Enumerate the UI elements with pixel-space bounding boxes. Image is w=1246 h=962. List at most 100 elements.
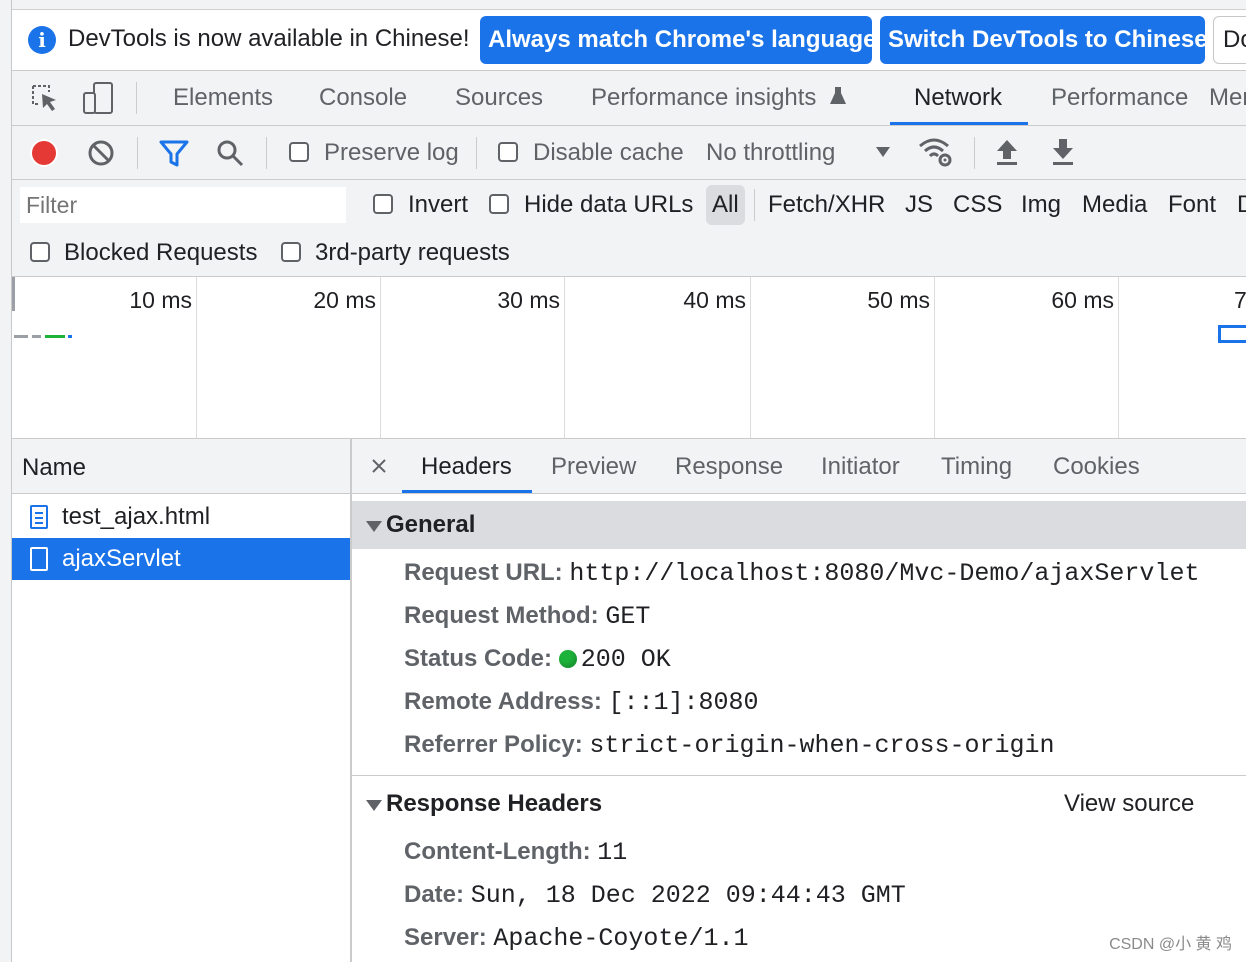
- overview-gridline: [380, 277, 381, 438]
- switch-to-chinese-button[interactable]: Switch DevTools to Chinese: [880, 16, 1208, 64]
- date-value: Sun, 18 Dec 2022 09:44:43 GMT: [470, 881, 906, 910]
- overview-window-handle[interactable]: [1218, 325, 1246, 343]
- server-value: Apache-Coyote/1.1: [493, 924, 749, 953]
- window-left-edge: [0, 0, 12, 962]
- disable-cache-checkbox[interactable]: [498, 142, 518, 162]
- inspect-element-icon[interactable]: [30, 83, 60, 115]
- blocked-requests-checkbox[interactable]: [30, 242, 50, 262]
- third-party-checkbox[interactable]: [281, 242, 301, 262]
- overview-request-bar-waiting: [14, 335, 28, 338]
- watermark: CSDN @小 黄 鸡: [1109, 936, 1232, 953]
- disable-cache-label: Disable cache: [533, 139, 684, 166]
- hide-data-urls-checkbox[interactable]: [489, 194, 509, 214]
- type-filter-all[interactable]: All: [706, 185, 745, 225]
- language-infobar: i DevTools is now available in Chinese! …: [12, 10, 1246, 71]
- tab-initiator[interactable]: Initiator: [821, 439, 900, 495]
- type-filter-img[interactable]: Img: [1021, 187, 1061, 223]
- throttling-select[interactable]: No throttling: [706, 126, 835, 179]
- type-filter-css[interactable]: CSS: [953, 187, 1002, 223]
- window-top-edge: [0, 0, 1246, 10]
- type-filter-js[interactable]: JS: [905, 187, 933, 223]
- overview-tick-label: 30 ms: [497, 287, 560, 313]
- request-url-row: Request URL: http://localhost:8080/Mvc-D…: [404, 557, 1199, 590]
- remote-address-row: Remote Address: [::1]:8080: [404, 686, 759, 719]
- request-url-key: Request URL:: [404, 559, 563, 586]
- tab-performance[interactable]: Performance: [1051, 71, 1188, 125]
- view-source-link[interactable]: View source: [1064, 780, 1194, 828]
- type-filter-doc[interactable]: Doc: [1237, 187, 1246, 223]
- general-section-header[interactable]: General: [352, 501, 1246, 549]
- referrer-policy-value: strict-origin-when-cross-origin: [589, 731, 1055, 760]
- tab-response[interactable]: Response: [675, 439, 783, 495]
- date-key: Date:: [404, 881, 465, 908]
- request-method-row: Request Method: GET: [404, 600, 650, 633]
- filter-input[interactable]: [20, 187, 346, 223]
- toolbar-separator: [266, 137, 267, 169]
- upload-har-icon[interactable]: [994, 137, 1020, 167]
- tab-cookies[interactable]: Cookies: [1053, 439, 1140, 495]
- filter-bar: Invert Hide data URLs All Fetch/XHR JS C…: [12, 180, 1246, 277]
- document-icon-line: [35, 512, 43, 514]
- overview-tick-label: 40 ms: [683, 287, 746, 313]
- tab-memory[interactable]: Memory: [1209, 71, 1246, 125]
- dont-show-again-button[interactable]: Don't show again: [1213, 16, 1246, 64]
- request-name: ajaxServlet: [62, 545, 181, 572]
- always-match-language-button[interactable]: Always match Chrome's language: [480, 16, 877, 64]
- overview-request-bar-waiting: [32, 335, 41, 338]
- toolbar-separator: [974, 137, 975, 169]
- tab-console[interactable]: Console: [319, 71, 407, 125]
- name-column-header[interactable]: Name: [12, 439, 350, 494]
- tab-preview[interactable]: Preview: [551, 439, 636, 495]
- toolbar-separator: [137, 137, 138, 169]
- request-url-value: http://localhost:8080/Mvc-Demo/ajaxServl…: [569, 559, 1200, 588]
- content-length-row: Content-Length: 11: [404, 836, 627, 869]
- invert-checkbox[interactable]: [373, 194, 393, 214]
- tab-performance-insights-label: Performance insights: [591, 84, 817, 111]
- hide-data-urls-label: Hide data URLs: [524, 191, 694, 218]
- request-method-key: Request Method:: [404, 602, 599, 629]
- download-har-icon[interactable]: [1050, 137, 1076, 167]
- tab-timing[interactable]: Timing: [941, 439, 1012, 495]
- triangle-down-icon: [366, 800, 382, 811]
- third-party-label: 3rd-party requests: [315, 239, 510, 266]
- record-icon: [32, 141, 56, 165]
- network-toolbar: Preserve log Disable cache No throttling: [12, 126, 1246, 180]
- tab-separator: [136, 82, 137, 114]
- overview-tick-label: 10 ms: [129, 287, 192, 313]
- info-icon: i: [28, 26, 56, 54]
- tab-performance-insights[interactable]: Performance insights: [591, 71, 847, 125]
- infobar-message: DevTools is now available in Chinese!: [68, 25, 470, 52]
- section-divider: [352, 775, 1246, 776]
- content-length-value: 11: [597, 838, 628, 867]
- preserve-log-checkbox[interactable]: [289, 142, 309, 162]
- overview-tick-label: 50 ms: [867, 287, 930, 313]
- date-row: Date: Sun, 18 Dec 2022 09:44:43 GMT: [404, 879, 906, 912]
- tab-sources[interactable]: Sources: [455, 71, 543, 125]
- document-icon-line: [35, 517, 43, 519]
- device-toolbar-icon[interactable]: [82, 81, 116, 115]
- overview-tick-label: 70 ms: [1234, 287, 1246, 313]
- close-icon[interactable]: [371, 458, 387, 474]
- status-code-value: 200 OK: [580, 645, 671, 674]
- active-detail-tab-indicator: [402, 490, 532, 493]
- request-list-pane: Name test_ajax.html ajaxServlet: [12, 439, 352, 962]
- network-conditions-icon[interactable]: [918, 136, 954, 168]
- type-filter-fetch-xhr[interactable]: Fetch/XHR: [768, 187, 885, 223]
- network-overview[interactable]: 10 ms 20 ms 30 ms 40 ms 50 ms 60 ms 70 m…: [12, 277, 1246, 439]
- chevron-down-icon[interactable]: [876, 147, 890, 157]
- record-button[interactable]: [30, 139, 58, 167]
- tab-headers[interactable]: Headers: [421, 439, 512, 495]
- type-filter-media[interactable]: Media: [1082, 187, 1147, 223]
- type-filter-font[interactable]: Font: [1168, 187, 1216, 223]
- filter-icon[interactable]: [159, 140, 189, 168]
- overview-gridline: [750, 277, 751, 438]
- search-icon[interactable]: [215, 138, 245, 168]
- request-name: test_ajax.html: [62, 503, 211, 530]
- tab-elements[interactable]: Elements: [173, 71, 273, 125]
- tab-network[interactable]: Network: [914, 71, 1002, 125]
- clear-icon[interactable]: [87, 139, 115, 167]
- request-row-ajax-servlet[interactable]: ajaxServlet: [12, 538, 350, 580]
- remote-address-key: Remote Address:: [404, 688, 602, 715]
- referrer-policy-row: Referrer Policy: strict-origin-when-cros…: [404, 729, 1055, 762]
- request-row-test-ajax[interactable]: test_ajax.html: [12, 496, 350, 538]
